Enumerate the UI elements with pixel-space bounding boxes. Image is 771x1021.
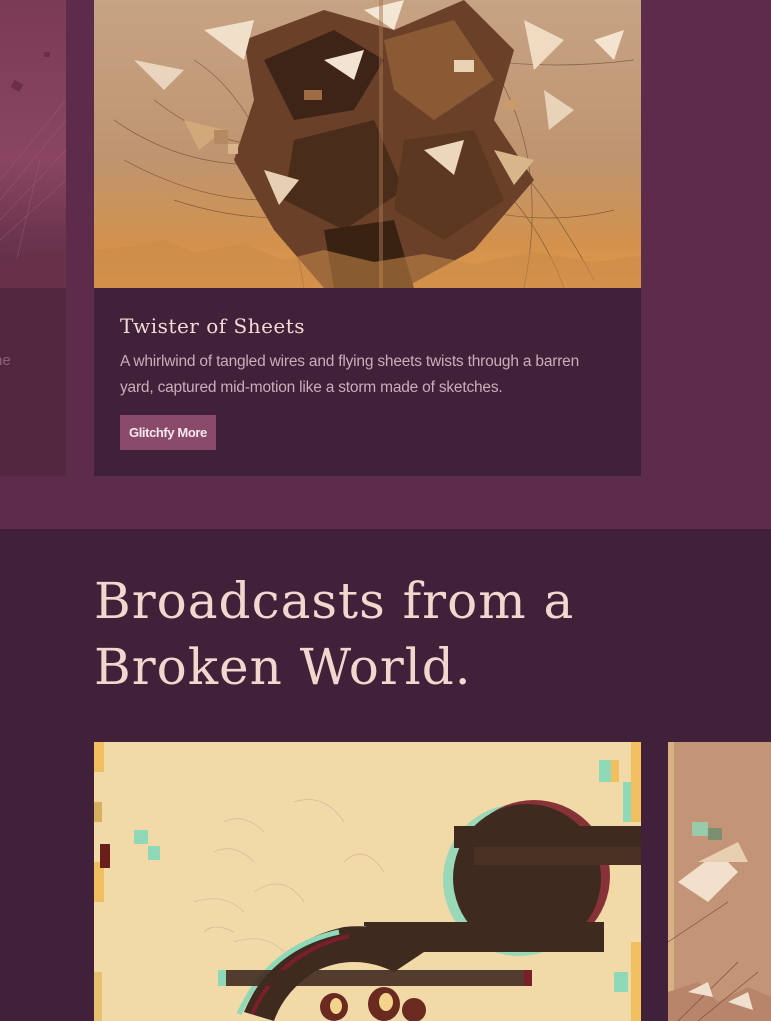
gallery-card-next[interactable] — [668, 742, 771, 1021]
carousel-card-previous-image — [0, 0, 66, 288]
broadcasts-heading-line-2: Broken World. — [94, 638, 472, 696]
feature-card-description: A whirlwind of tangled wires and flying … — [120, 349, 620, 401]
featured-carousel: he — [0, 0, 771, 529]
feature-card-image — [94, 0, 641, 288]
gallery-card-glitch-sphere[interactable] — [94, 742, 641, 1021]
description-line-1: A whirlwind of tangled wires and flying … — [120, 353, 579, 370]
feature-card-title: Twister of Sheets — [120, 314, 306, 338]
description-line-2: yard, captured mid-motion like a storm m… — [120, 379, 503, 396]
feature-card: Twister of Sheets A whirlwind of tangled… — [94, 0, 641, 476]
carousel-card-previous[interactable]: he — [0, 0, 66, 476]
glitch-sphere-art — [94, 742, 641, 1021]
broadcasts-heading-line-1: Broadcasts from a — [94, 572, 575, 630]
carousel-card-previous-text: he — [0, 352, 11, 369]
next-gallery-art — [668, 742, 771, 1021]
feature-card-body: Twister of Sheets A whirlwind of tangled… — [120, 312, 620, 401]
broadcasts-heading: Broadcasts from a Broken World. — [94, 568, 714, 700]
glitchfy-more-button[interactable]: Glitchfy More — [120, 415, 216, 450]
whirlwind-art — [94, 0, 641, 288]
previous-image-art — [0, 52, 66, 288]
